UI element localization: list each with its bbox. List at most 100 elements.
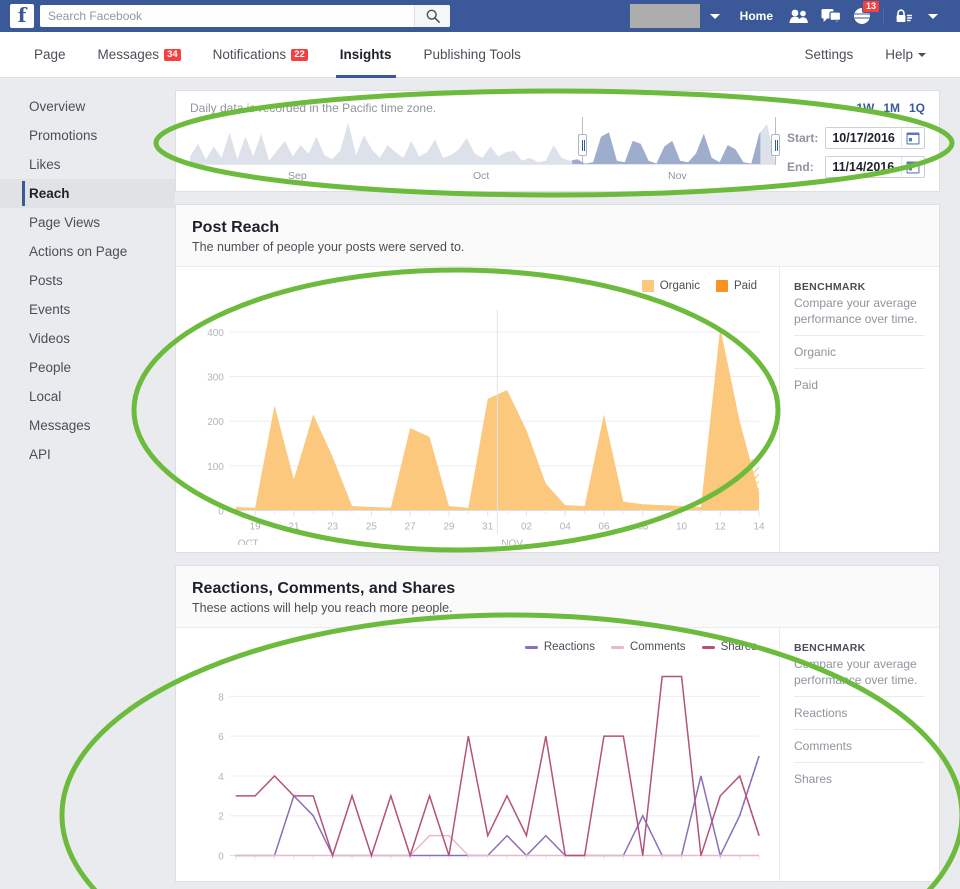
range-sparkline-svg[interactable] [190,117,775,165]
sidebar-item-label: Posts [29,273,63,288]
help-label: Help [885,47,913,62]
range-month-label-sep: Sep [288,170,307,182]
start-date-label: Start: [787,131,825,145]
sidebar-item-people[interactable]: People [0,353,175,382]
sidebar-item-actions-on-page[interactable]: Actions on Page [0,237,175,266]
svg-text:14: 14 [754,521,766,532]
legend-item-paid[interactable]: Paid [716,280,757,292]
tab-bar-right-cluster: Settings Help [788,32,942,77]
range-preset-1m[interactable]: 1M [883,101,900,115]
tab-insights[interactable]: Insights [324,32,408,77]
search-icon[interactable] [414,5,450,27]
reactions-benchmark-panel: BENCHMARK Compare your average performan… [779,628,939,881]
privacy-lock-icon[interactable] [896,9,912,24]
search-input[interactable] [40,6,414,26]
reactions-header: Reactions, Comments, and Shares These ac… [176,566,939,628]
tab-messages[interactable]: Messages 34 [82,32,197,77]
tab-messages-badge: 34 [164,49,181,61]
sidebar-item-reach[interactable]: Reach [0,179,175,208]
post-reach-subtitle: The number of people your posts were ser… [192,240,923,254]
range-start-handle[interactable] [578,134,587,156]
messages-icon[interactable] [821,8,841,24]
range-overview-sparkline[interactable]: Sep Oct Nov [190,117,775,179]
account-menu-caret-down-icon[interactable] [928,14,938,19]
range-end-handle[interactable] [771,134,780,156]
date-range-header: Daily data is recorded in the Pacific ti… [190,101,925,115]
legend-item-shares[interactable]: Shares [702,641,757,653]
svg-text:OCT: OCT [238,538,259,545]
svg-text:NOV: NOV [501,538,523,545]
benchmark-row-reactions[interactable]: Reactions [794,696,925,729]
sidebar-item-label: Messages [29,418,91,433]
legend-label-paid: Paid [734,280,757,292]
tab-notifications-badge: 22 [291,49,308,61]
sidebar-item-posts[interactable]: Posts [0,266,175,295]
legend-item-reactions[interactable]: Reactions [525,641,595,653]
benchmark-row-organic[interactable]: Organic [794,335,925,368]
timezone-note: Daily data is recorded in the Pacific ti… [190,101,436,115]
legend-label-comments: Comments [630,641,686,653]
sidebar-item-videos[interactable]: Videos [0,324,175,353]
insights-sidebar: Overview Promotions Likes Reach Page Vie… [0,78,175,889]
benchmark-row-comments[interactable]: Comments [794,729,925,762]
account-name-thumbnail[interactable] [630,4,700,28]
friend-requests-icon[interactable] [789,8,809,24]
reactions-body: Reactions Comments Shares 02468 [176,628,939,881]
benchmark-subtitle: Compare your average performance over ti… [794,656,925,688]
sidebar-item-overview[interactable]: Overview [0,92,175,121]
end-date-calendar-icon[interactable] [901,157,924,177]
sidebar-item-api[interactable]: API [0,440,175,469]
post-reach-chart-svg[interactable]: 0100200300400192123252729310204060810121… [184,295,771,545]
range-month-labels: Sep Oct Nov [190,170,775,184]
svg-text:04: 04 [560,521,572,532]
post-reach-title: Post Reach [192,219,923,237]
sidebar-item-label: Promotions [29,128,97,143]
tab-publishing-tools[interactable]: Publishing Tools [408,32,537,77]
facebook-top-bar: f Home 13 [0,0,960,32]
svg-text:200: 200 [207,417,224,428]
post-reach-chart-area: Organic Paid 010020030040019212325272931… [176,267,779,552]
reactions-chart-svg[interactable]: 02468 [184,656,771,874]
comments-line-swatch-icon [611,646,624,649]
sidebar-item-events[interactable]: Events [0,295,175,324]
svg-text:02: 02 [521,521,533,532]
range-month-label-oct: Oct [473,170,489,182]
end-date-value[interactable]: 11/14/2016 [826,160,901,174]
sidebar-item-local[interactable]: Local [0,382,175,411]
start-date-box[interactable]: 10/17/2016 [825,127,925,149]
legend-item-comments[interactable]: Comments [611,641,686,653]
svg-text:300: 300 [207,373,224,384]
svg-text:27: 27 [405,521,417,532]
end-date-row: End: 11/14/2016 [787,156,925,178]
tab-notifications[interactable]: Notifications 22 [197,32,324,77]
sidebar-item-label: Local [29,389,61,404]
help-menu[interactable]: Help [869,32,942,77]
legend-label-organic: Organic [660,280,700,292]
tab-page[interactable]: Page [18,32,82,77]
legend-item-organic[interactable]: Organic [642,280,700,292]
benchmark-row-paid[interactable]: Paid [794,368,925,401]
sidebar-item-promotions[interactable]: Promotions [0,121,175,150]
home-link[interactable]: Home [730,9,783,23]
settings-link[interactable]: Settings [788,32,869,77]
notifications-badge: 13 [862,0,880,13]
sidebar-item-label: Events [29,302,70,317]
end-date-box[interactable]: 11/14/2016 [825,156,925,178]
svg-text:31: 31 [482,521,494,532]
range-preset-1q[interactable]: 1Q [909,101,925,115]
range-preset-1w[interactable]: 1W [856,101,874,115]
benchmark-row-shares[interactable]: Shares [794,762,925,795]
start-date-calendar-icon[interactable] [901,128,924,148]
search-box[interactable] [40,5,450,27]
tab-insights-label: Insights [340,47,392,62]
notifications-globe-icon[interactable]: 13 [853,7,871,25]
sidebar-item-likes[interactable]: Likes [0,150,175,179]
facebook-logo[interactable]: f [10,4,34,28]
sidebar-item-messages[interactable]: Messages [0,411,175,440]
sidebar-item-label: Reach [29,186,70,201]
start-date-value[interactable]: 10/17/2016 [826,131,901,145]
sidebar-item-page-views[interactable]: Page Views [0,208,175,237]
sidebar-item-label: Likes [29,157,61,172]
sidebar-item-label: Overview [29,99,85,114]
account-switch-caret-down-icon[interactable] [710,14,720,19]
